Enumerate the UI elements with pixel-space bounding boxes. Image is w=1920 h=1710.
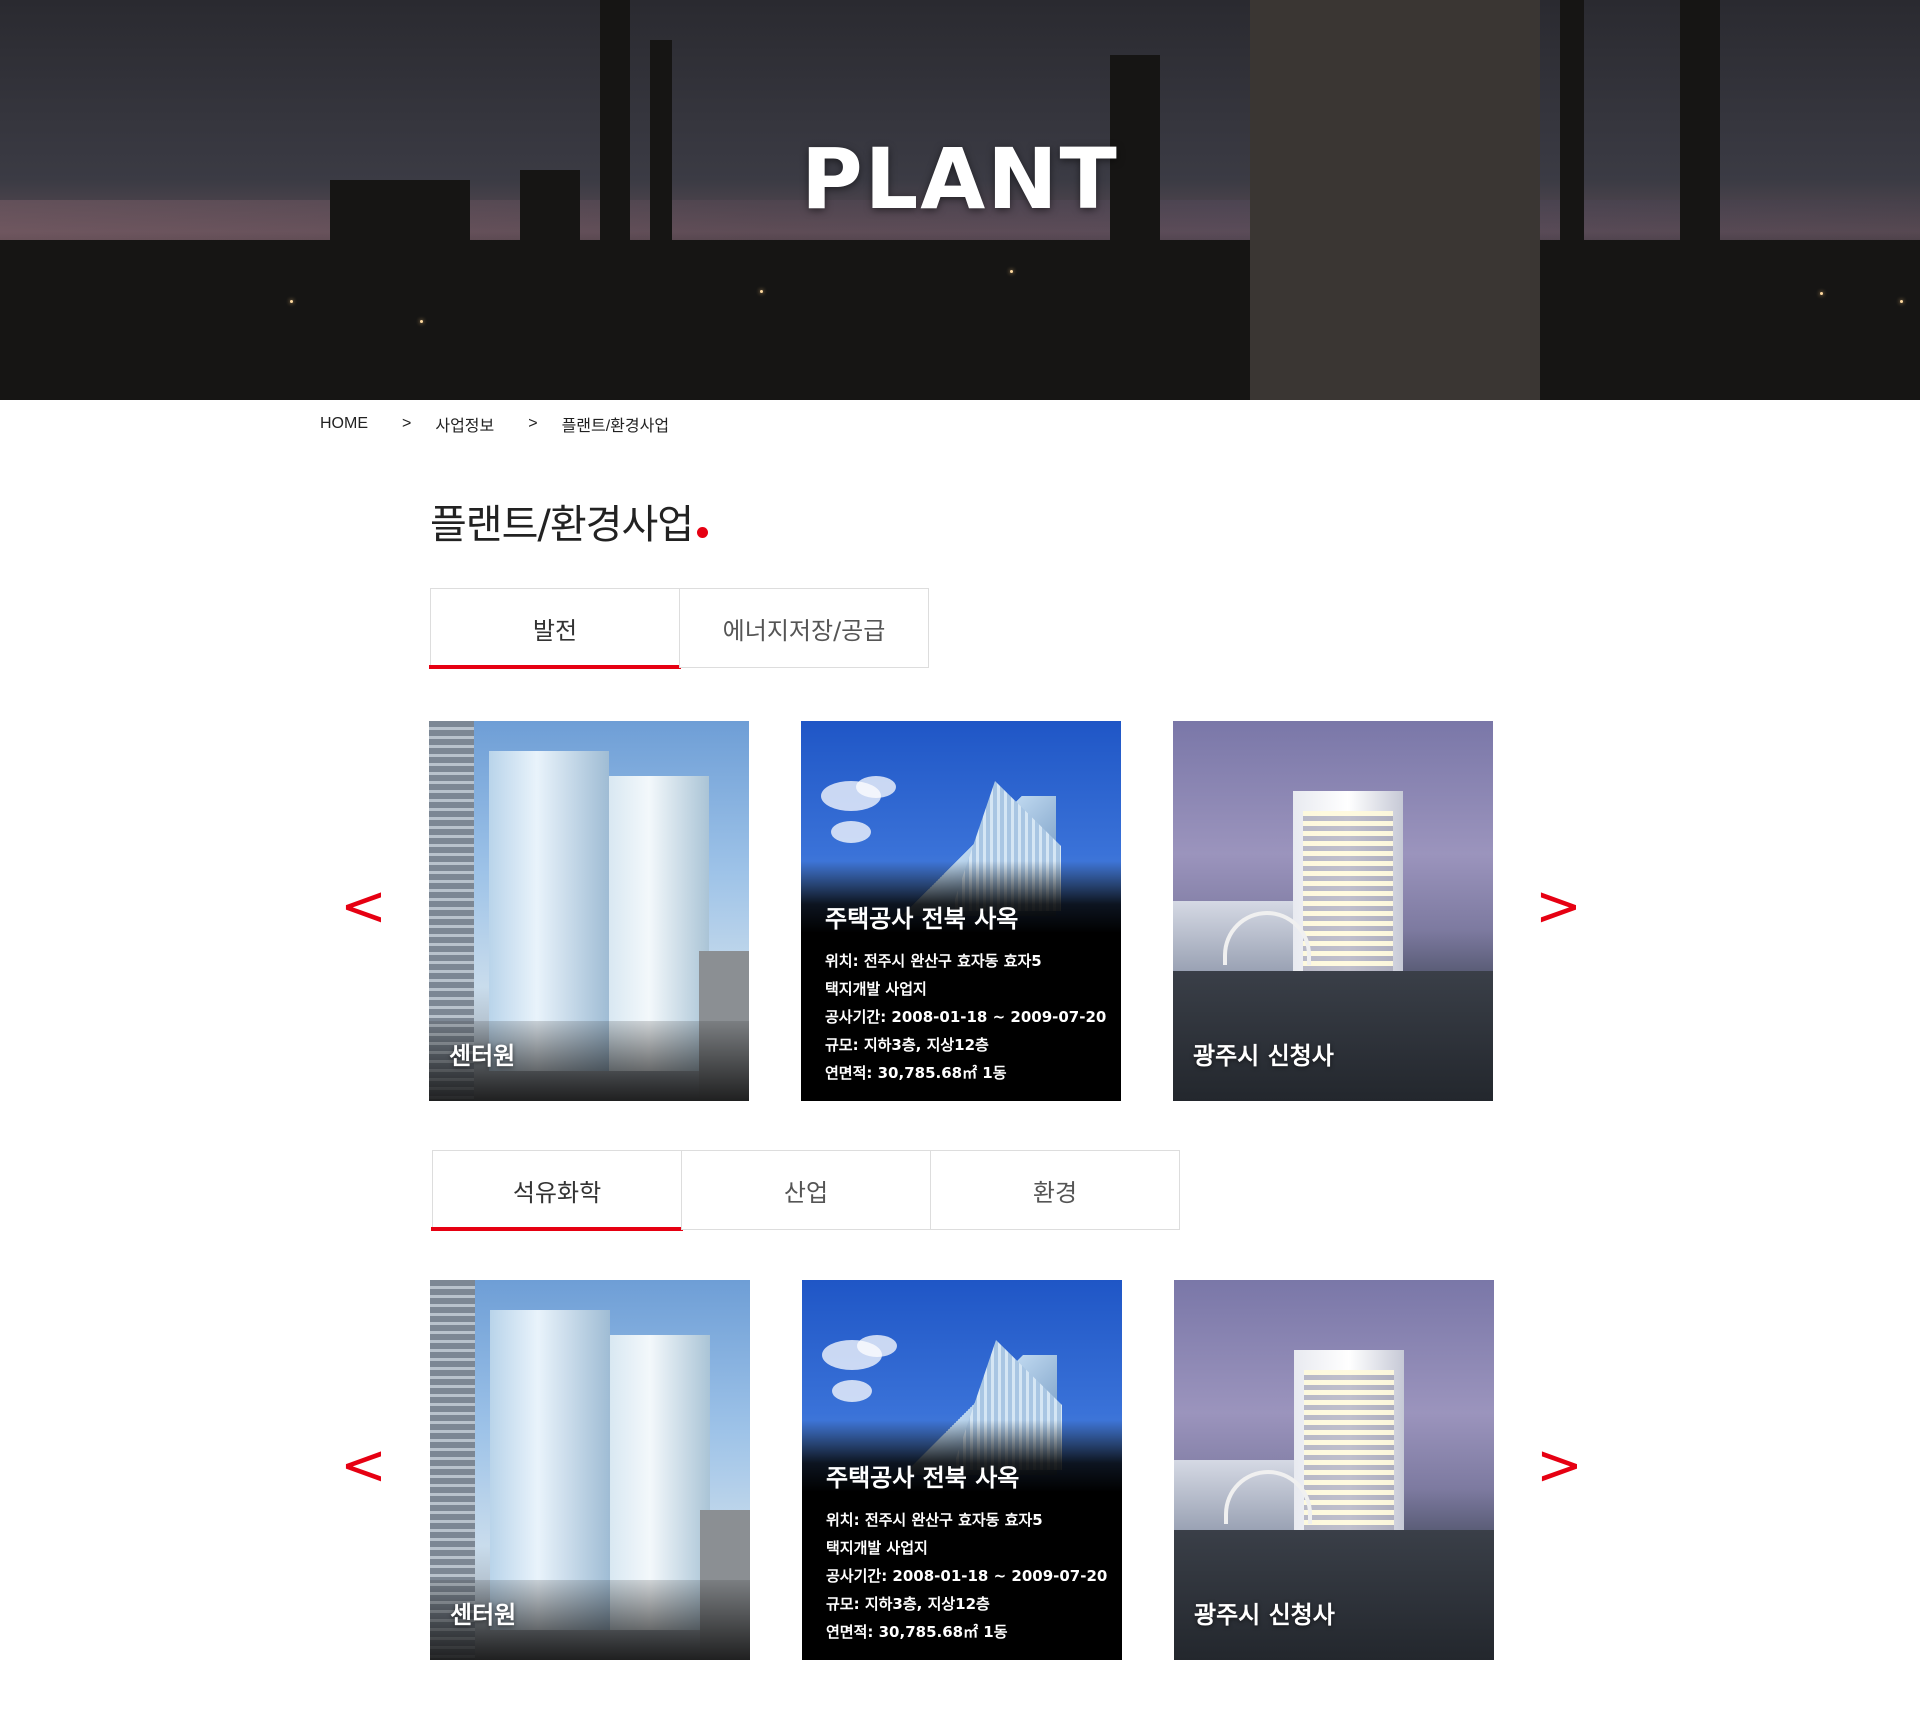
project-card-centerone[interactable]: 센터원 bbox=[429, 721, 749, 1101]
tab-environment[interactable]: 환경 bbox=[930, 1150, 1180, 1230]
card-caption: 광주시 신청사 bbox=[1193, 1042, 1334, 1070]
cloud-image bbox=[831, 821, 871, 843]
category-tabs-secondary: 석유화학 산업 환경 bbox=[431, 1150, 1180, 1231]
hero-light bbox=[1820, 292, 1823, 295]
card-overlay-title: 주택공사 전북 사옥 bbox=[826, 1464, 1020, 1492]
project-card-jeonbuk[interactable]: 주택공사 전북 사옥 위치: 전주시 완산구 효자동 효자5 택지개발 사업지 … bbox=[802, 1280, 1122, 1660]
card-detail-area: 연면적: 30,785.68㎡ 1동 bbox=[825, 1064, 1007, 1082]
card-overlay-details: 위치: 전주시 완산구 효자동 효자5 택지개발 사업지 공사기간: 2008-… bbox=[826, 1506, 1107, 1646]
breadcrumb-business-info[interactable]: 사업정보 bbox=[435, 412, 494, 436]
tab-energy-storage[interactable]: 에너지저장/공급 bbox=[679, 588, 929, 668]
breadcrumb-separator: > bbox=[528, 415, 538, 432]
hero-title: PLANT bbox=[801, 130, 1119, 228]
card-detail-period: 공사기간: 2008-01-18 ~ 2009-07-20 bbox=[826, 1567, 1108, 1585]
card-detail-scale: 규모: 지하3층, 지상12층 bbox=[826, 1595, 990, 1613]
project-card-jeonbuk[interactable]: 주택공사 전북 사옥 위치: 전주시 완산구 효자동 효자5 택지개발 사업지 … bbox=[801, 721, 1121, 1101]
card-caption: 센터원 bbox=[449, 1042, 516, 1070]
page-title: 플랜트/환경사업 bbox=[430, 492, 709, 550]
category-tabs-primary: 발전 에너지저장/공급 bbox=[429, 588, 929, 669]
prev-arrow[interactable]: < bbox=[340, 1436, 387, 1496]
card-overlay-title: 주택공사 전북 사옥 bbox=[825, 905, 1019, 933]
hero-light bbox=[760, 290, 763, 293]
card-detail-location: 위치: 전주시 완산구 효자동 효자5 bbox=[825, 952, 1042, 970]
breadcrumb: HOME > 사업정보 > 플랜트/환경사업 bbox=[320, 412, 669, 436]
card-caption: 광주시 신청사 bbox=[1194, 1601, 1335, 1629]
hero-light bbox=[420, 320, 423, 323]
hero-light bbox=[1010, 270, 1013, 273]
hero-light bbox=[290, 300, 293, 303]
tab-industrial[interactable]: 산업 bbox=[681, 1150, 931, 1230]
project-card-centerone[interactable]: 센터원 bbox=[430, 1280, 750, 1660]
card-overlay-details: 위치: 전주시 완산구 효자동 효자5 택지개발 사업지 공사기간: 2008-… bbox=[825, 947, 1106, 1087]
project-card-gwangju[interactable]: 광주시 신청사 bbox=[1174, 1280, 1494, 1660]
card-detail-period: 공사기간: 2008-01-18 ~ 2009-07-20 bbox=[825, 1008, 1107, 1026]
cloud-image bbox=[856, 776, 896, 798]
prev-arrow[interactable]: < bbox=[340, 877, 387, 937]
page-title-text: 플랜트/환경사업 bbox=[430, 502, 694, 548]
card-detail-location-cont: 택지개발 사업지 bbox=[825, 980, 927, 998]
card-detail-area: 연면적: 30,785.68㎡ 1동 bbox=[826, 1623, 1008, 1641]
hero-banner: PLANT bbox=[0, 0, 1920, 400]
card-detail-location: 위치: 전주시 완산구 효자동 효자5 bbox=[826, 1511, 1043, 1529]
breadcrumb-separator: > bbox=[402, 415, 412, 432]
card-detail-location-cont: 택지개발 사업지 bbox=[826, 1539, 928, 1557]
cloud-image bbox=[832, 1380, 872, 1402]
tab-petrochemical[interactable]: 석유화학 bbox=[431, 1150, 683, 1231]
tab-power[interactable]: 발전 bbox=[429, 588, 681, 669]
hero-light bbox=[1900, 300, 1903, 303]
card-caption: 센터원 bbox=[450, 1601, 517, 1629]
next-arrow[interactable]: > bbox=[1536, 1436, 1583, 1496]
hero-plant-silhouette bbox=[0, 240, 1920, 400]
next-arrow[interactable]: > bbox=[1535, 877, 1582, 937]
breadcrumb-home[interactable]: HOME bbox=[320, 415, 368, 433]
cloud-image bbox=[857, 1335, 897, 1357]
card-detail-scale: 규모: 지하3층, 지상12층 bbox=[825, 1036, 989, 1054]
breadcrumb-current[interactable]: 플랜트/환경사업 bbox=[562, 412, 670, 436]
project-card-gwangju[interactable]: 광주시 신청사 bbox=[1173, 721, 1493, 1101]
title-accent-dot bbox=[697, 527, 709, 538]
